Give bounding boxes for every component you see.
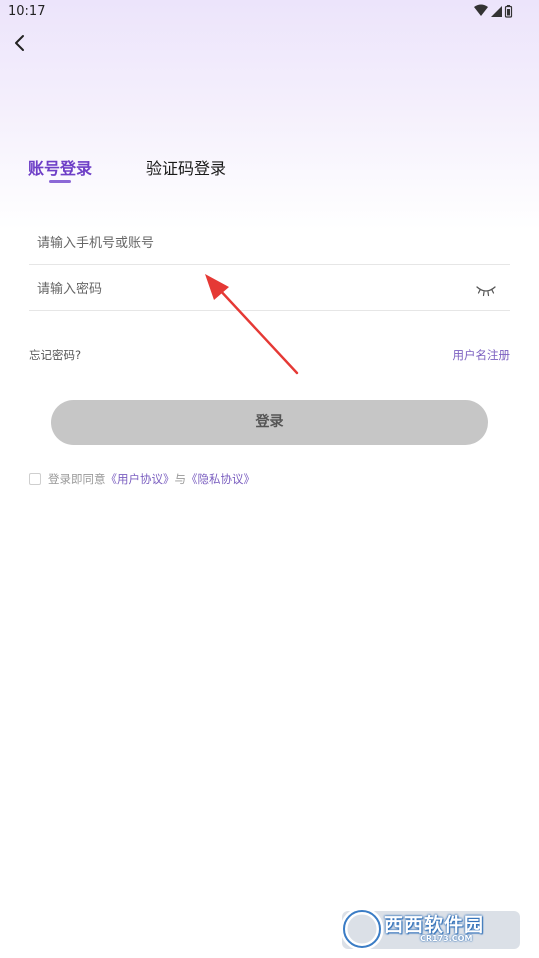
- privacy-policy-link[interactable]: 《隐私协议》: [186, 472, 255, 486]
- tab-code-login[interactable]: 验证码登录: [146, 155, 226, 178]
- password-field: [29, 265, 510, 311]
- user-agreement-link[interactable]: 《用户协议》: [106, 472, 175, 486]
- status-bar: 10:17: [0, 0, 539, 24]
- agreement-checkbox[interactable]: [29, 472, 41, 485]
- watermark-name: 西西软件园: [384, 914, 485, 936]
- account-field: [29, 219, 510, 265]
- signal-icon: [491, 6, 502, 17]
- wifi-icon: [474, 4, 488, 16]
- agreement-row: 登录即同意《用户协议》与《隐私协议》: [29, 471, 255, 487]
- status-time: 10:17: [8, 4, 46, 19]
- agreement-prefix: 登录即同意: [48, 472, 106, 486]
- back-icon[interactable]: [8, 31, 32, 55]
- header-gradient: [0, 0, 539, 230]
- eye-closed-icon[interactable]: [476, 285, 496, 297]
- forgot-password-link[interactable]: 忘记密码?: [29, 347, 81, 363]
- tab-indicator: [49, 180, 71, 183]
- password-input[interactable]: [37, 277, 457, 301]
- agreement-joiner: 与: [174, 472, 187, 486]
- watermark-domain: CR173.COM: [420, 934, 473, 943]
- login-button[interactable]: 登录: [51, 400, 488, 445]
- watermark-logo: 西西软件园 CR173.COM: [336, 904, 522, 954]
- tab-account-login[interactable]: 账号登录: [28, 155, 92, 178]
- register-link[interactable]: 用户名注册: [453, 347, 511, 363]
- battery-icon: [504, 5, 513, 18]
- status-icons: [474, 4, 513, 18]
- account-input[interactable]: [37, 231, 457, 255]
